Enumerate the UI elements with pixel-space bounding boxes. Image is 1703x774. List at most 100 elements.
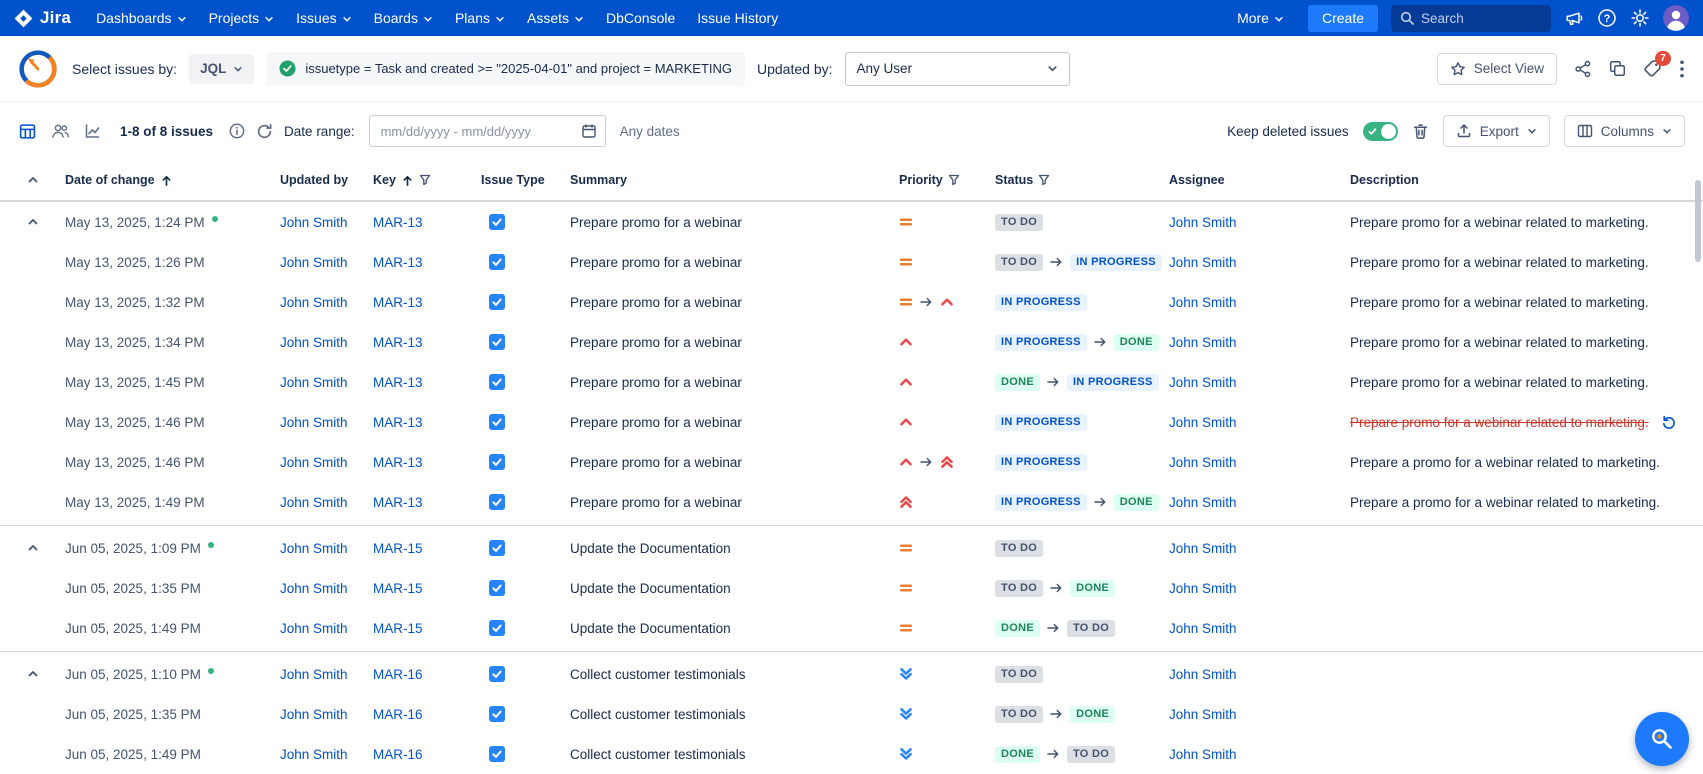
header-date-of-change[interactable]: Date of change bbox=[65, 173, 280, 187]
collapse-group-icon[interactable] bbox=[27, 668, 39, 680]
header-issue-type[interactable]: Issue Type bbox=[481, 173, 570, 187]
date-range-input[interactable] bbox=[369, 115, 606, 147]
tags-icon[interactable]: 7 bbox=[1643, 59, 1662, 78]
issue-key-link[interactable]: MAR-15 bbox=[373, 621, 423, 636]
nav-item-plans[interactable]: Plans bbox=[444, 0, 516, 36]
task-issue-type-icon[interactable] bbox=[489, 580, 505, 596]
people-view-icon[interactable] bbox=[51, 123, 70, 139]
updated-by-link[interactable]: John Smith bbox=[280, 667, 348, 682]
issue-key-link[interactable]: MAR-13 bbox=[373, 415, 423, 430]
issue-key-link[interactable]: MAR-13 bbox=[373, 295, 423, 310]
task-issue-type-icon[interactable] bbox=[489, 666, 505, 682]
assignee-link[interactable]: John Smith bbox=[1169, 415, 1237, 430]
issue-key-link[interactable]: MAR-15 bbox=[373, 581, 423, 596]
updated-by-link[interactable]: John Smith bbox=[280, 255, 348, 270]
updated-by-link[interactable]: John Smith bbox=[280, 707, 348, 722]
assignee-link[interactable]: John Smith bbox=[1169, 707, 1237, 722]
nav-item-boards[interactable]: Boards bbox=[363, 0, 444, 36]
assignee-link[interactable]: John Smith bbox=[1169, 541, 1237, 556]
task-issue-type-icon[interactable] bbox=[489, 374, 505, 390]
assignee-link[interactable]: John Smith bbox=[1169, 255, 1237, 270]
table-view-icon[interactable] bbox=[18, 123, 37, 140]
collapse-group-icon[interactable] bbox=[27, 542, 39, 554]
task-issue-type-icon[interactable] bbox=[489, 706, 505, 722]
filter-funnel-icon[interactable] bbox=[948, 174, 960, 186]
header-key[interactable]: Key bbox=[373, 173, 481, 187]
create-button[interactable]: Create bbox=[1308, 5, 1378, 32]
refresh-icon[interactable] bbox=[256, 123, 273, 140]
collapse-group-icon[interactable] bbox=[27, 216, 39, 228]
task-issue-type-icon[interactable] bbox=[489, 494, 505, 510]
task-issue-type-icon[interactable] bbox=[489, 214, 505, 230]
task-issue-type-icon[interactable] bbox=[489, 334, 505, 350]
issue-key-link[interactable]: MAR-13 bbox=[373, 255, 423, 270]
updated-by-link[interactable]: John Smith bbox=[280, 621, 348, 636]
header-description[interactable]: Description bbox=[1350, 173, 1703, 187]
copy-view-icon[interactable] bbox=[1609, 60, 1626, 77]
nav-item-projects[interactable]: Projects bbox=[198, 0, 286, 36]
task-issue-type-icon[interactable] bbox=[489, 620, 505, 636]
issue-key-link[interactable]: MAR-15 bbox=[373, 541, 423, 556]
updated-by-link[interactable]: John Smith bbox=[280, 375, 348, 390]
issue-key-link[interactable]: MAR-13 bbox=[373, 335, 423, 350]
task-issue-type-icon[interactable] bbox=[489, 454, 505, 470]
export-button[interactable]: Export bbox=[1443, 115, 1550, 147]
settings-gear-icon[interactable] bbox=[1630, 8, 1650, 28]
collapse-all-icon[interactable] bbox=[27, 174, 39, 186]
updated-by-link[interactable]: John Smith bbox=[280, 215, 348, 230]
assignee-link[interactable]: John Smith bbox=[1169, 455, 1237, 470]
nav-item-dbconsole[interactable]: DbConsole bbox=[595, 0, 686, 36]
updated-by-link[interactable]: John Smith bbox=[280, 295, 348, 310]
navbar-search[interactable] bbox=[1391, 5, 1551, 32]
select-view-button[interactable]: Select View bbox=[1437, 53, 1557, 85]
announcements-megaphone-icon[interactable] bbox=[1564, 8, 1584, 28]
info-icon[interactable] bbox=[229, 123, 245, 139]
search-input[interactable] bbox=[1421, 11, 1542, 26]
issue-key-link[interactable]: MAR-13 bbox=[373, 455, 423, 470]
nav-item-assets[interactable]: Assets bbox=[516, 0, 595, 36]
issue-key-link[interactable]: MAR-13 bbox=[373, 215, 423, 230]
trash-icon[interactable] bbox=[1412, 123, 1429, 140]
nav-item-dashboards[interactable]: Dashboards bbox=[85, 0, 198, 36]
issue-key-link[interactable]: MAR-13 bbox=[373, 495, 423, 510]
filter-funnel-icon[interactable] bbox=[419, 174, 431, 186]
task-issue-type-icon[interactable] bbox=[489, 540, 505, 556]
task-issue-type-icon[interactable] bbox=[489, 254, 505, 270]
header-priority[interactable]: Priority bbox=[899, 173, 995, 187]
assignee-link[interactable]: John Smith bbox=[1169, 621, 1237, 636]
nav-item-issue-history[interactable]: Issue History bbox=[686, 0, 789, 36]
assignee-link[interactable]: John Smith bbox=[1169, 375, 1237, 390]
updated-by-link[interactable]: John Smith bbox=[280, 495, 348, 510]
assignee-link[interactable]: John Smith bbox=[1169, 495, 1237, 510]
header-summary[interactable]: Summary bbox=[570, 173, 899, 187]
updated-by-link[interactable]: John Smith bbox=[280, 541, 348, 556]
more-options-kebab-icon[interactable] bbox=[1679, 60, 1685, 78]
chart-view-icon[interactable] bbox=[84, 123, 101, 139]
restore-description-icon[interactable] bbox=[1661, 414, 1677, 430]
assignee-link[interactable]: John Smith bbox=[1169, 295, 1237, 310]
updated-by-link[interactable]: John Smith bbox=[280, 415, 348, 430]
assignee-link[interactable]: John Smith bbox=[1169, 667, 1237, 682]
query-mode-dropdown[interactable]: JQL bbox=[189, 54, 254, 84]
assignee-link[interactable]: John Smith bbox=[1169, 581, 1237, 596]
header-status[interactable]: Status bbox=[995, 173, 1169, 187]
issue-key-link[interactable]: MAR-16 bbox=[373, 667, 423, 682]
task-issue-type-icon[interactable] bbox=[489, 414, 505, 430]
header-updated-by[interactable]: Updated by bbox=[280, 173, 373, 187]
user-avatar[interactable] bbox=[1663, 5, 1689, 31]
issue-key-link[interactable]: MAR-13 bbox=[373, 375, 423, 390]
share-icon[interactable] bbox=[1574, 60, 1592, 78]
header-assignee[interactable]: Assignee bbox=[1169, 173, 1350, 187]
issue-key-link[interactable]: MAR-16 bbox=[373, 747, 423, 762]
columns-button[interactable]: Columns bbox=[1564, 115, 1685, 147]
updated-by-link[interactable]: John Smith bbox=[280, 747, 348, 762]
calendar-icon[interactable] bbox=[581, 123, 597, 139]
task-issue-type-icon[interactable] bbox=[489, 746, 505, 762]
table-scrollbar-thumb[interactable] bbox=[1695, 180, 1701, 262]
help-icon[interactable]: ? bbox=[1597, 8, 1617, 28]
keep-deleted-toggle[interactable] bbox=[1363, 122, 1398, 141]
assignee-link[interactable]: John Smith bbox=[1169, 335, 1237, 350]
task-issue-type-icon[interactable] bbox=[489, 294, 505, 310]
jira-home-link[interactable]: Jira bbox=[14, 8, 71, 28]
updated-by-select[interactable]: Any User bbox=[845, 52, 1070, 86]
